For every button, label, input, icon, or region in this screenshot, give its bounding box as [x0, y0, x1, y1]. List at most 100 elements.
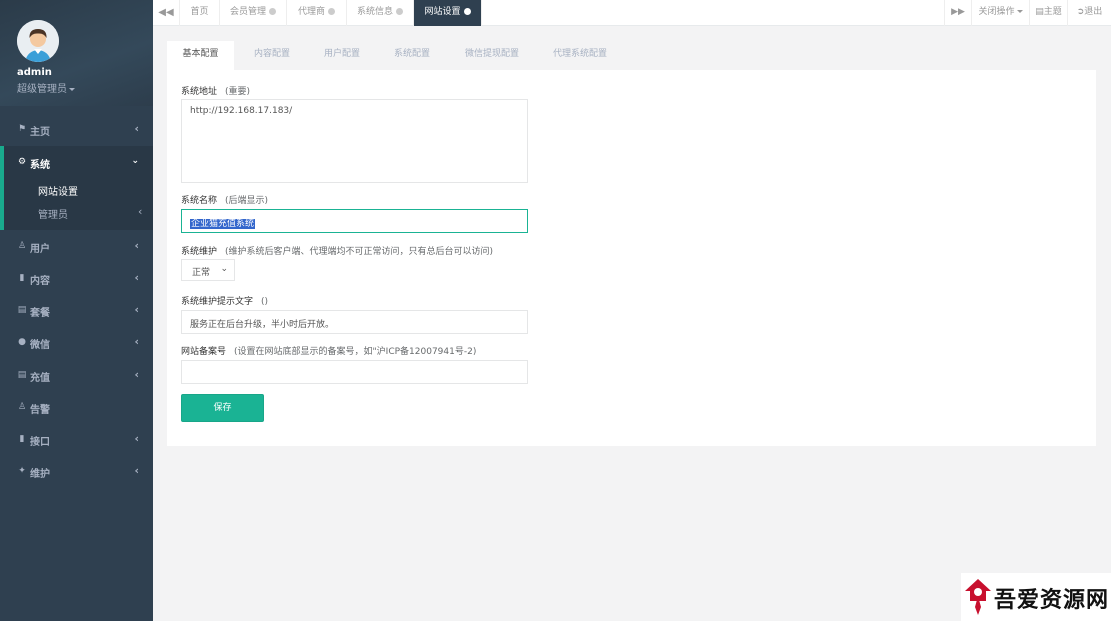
sidebar-item-label: 充值 — [30, 373, 50, 384]
theme-icon: ▤ — [1035, 7, 1044, 17]
chevron-left-icon: ‹ — [134, 464, 139, 477]
field-label: 系统地址 — [181, 87, 218, 97]
users-icon: ♙ — [17, 402, 27, 412]
sidebar-item-label: 微信 — [30, 340, 50, 351]
avatar[interactable] — [17, 20, 59, 62]
maintenance-text-input[interactable]: 服务正在后台升级，半小时后开放。 — [181, 310, 528, 334]
sidebar: admin 超级管理员 ⚑ 主页 ‹ ⚙ 系统 ⌄ 网站设置 管理员 ‹ ♙ 用户… — [0, 0, 153, 621]
sidebar-subitem-admins[interactable]: 管理员 ‹ — [38, 205, 142, 221]
sidebar-item-label: 系统 — [30, 160, 50, 171]
chevron-down-icon: ⌄ — [220, 264, 228, 274]
maintenance-text-label: 系统维护提示文字 () — [181, 294, 268, 307]
tab-label: 代理商 — [297, 7, 325, 17]
tab-agents[interactable]: 代理商 — [287, 0, 347, 26]
system-name-input[interactable]: 企业猫充值系统 — [181, 209, 528, 233]
cogs-icon: ⚙ — [17, 157, 27, 167]
chevron-left-icon: ‹ — [134, 122, 139, 135]
sidebar-subitem-label: 管理员 — [38, 210, 68, 221]
file-icon: ▮ — [19, 434, 25, 444]
chevron-left-icon: ‹ — [134, 239, 139, 252]
icp-input[interactable] — [181, 360, 528, 384]
icp-label: 网站备案号 (设置在网站底部显示的备案号，如"沪ICP备12007941号-2) — [181, 344, 476, 357]
tab-wechat-withdraw-config[interactable]: 微信提现配置 — [453, 41, 531, 70]
system-address-textarea[interactable]: http://192.168.17.183/ — [181, 99, 528, 183]
close-circle-icon[interactable] — [396, 8, 403, 15]
sidebar-item-content[interactable]: ▮ 内容 ‹ — [0, 264, 153, 294]
tab-system-config[interactable]: 系统配置 — [379, 41, 445, 70]
sidebar-item-label: 用户 — [30, 244, 50, 255]
maintenance-value: 正常 — [192, 268, 211, 278]
tab-label: 网站设置 — [424, 7, 461, 17]
chevron-left-icon: ‹ — [134, 368, 139, 381]
logout-button[interactable]: ➲退出 — [1067, 0, 1111, 26]
sidebar-subitem-site-settings[interactable]: 网站设置 — [38, 183, 78, 198]
chevron-down-icon: ⌄ — [131, 156, 139, 166]
sidebar-item-wechat[interactable]: ● 微信 ‹ — [0, 328, 153, 358]
chevron-left-icon: ‹ — [134, 303, 139, 316]
sidebar-item-alerts[interactable]: ♙ 告警 — [0, 393, 153, 423]
tab-label: 会员管理 — [229, 7, 266, 17]
field-label: 系统名称 — [181, 196, 218, 206]
file-text-icon: ▤ — [17, 305, 27, 315]
settings-tabs: 基本配置 内容配置 用户配置 系统配置 微信提现配置 代理系统配置 — [167, 41, 1096, 70]
watermark-text: 吾爱资源网 — [994, 587, 1110, 613]
sidebar-item-label: 主页 — [30, 127, 50, 138]
field-hint: () — [261, 297, 269, 307]
field-hint: (设置在网站底部显示的备案号，如"沪ICP备12007941号-2) — [234, 347, 477, 357]
logout-label: 退出 — [1084, 7, 1103, 17]
tab-basic-config[interactable]: 基本配置 — [167, 41, 234, 70]
sidebar-item-label: 接口 — [30, 437, 50, 448]
tab-home[interactable]: 首页 — [180, 0, 220, 26]
field-hint: (维护系统后客户端、代理端均不可正常访问，只有总后台可以访问) — [225, 247, 494, 257]
close-circle-icon[interactable] — [328, 8, 335, 15]
profile-role-dropdown[interactable]: 超级管理员 — [17, 80, 75, 95]
system-address-label: 系统地址 (重要) — [181, 84, 250, 97]
sidebar-item-api[interactable]: ▮ 接口 ‹ — [0, 425, 153, 455]
sidebar-item-packages[interactable]: ▤ 套餐 ‹ — [0, 296, 153, 326]
field-label: 系统维护提示文字 — [181, 297, 254, 307]
sidebar-item-label: 维护 — [30, 469, 50, 480]
field-label: 系统维护 — [181, 247, 218, 257]
sidebar-item-home[interactable]: ⚑ 主页 ‹ — [0, 115, 153, 145]
tab-members[interactable]: 会员管理 — [220, 0, 287, 26]
field-label: 网站备案号 — [181, 347, 227, 357]
users-icon: ♙ — [17, 241, 27, 251]
tab-label: 系统信息 — [356, 7, 393, 17]
save-button[interactable]: 保存 — [181, 394, 264, 422]
tab-user-config[interactable]: 用户配置 — [309, 41, 375, 70]
maintenance-label: 系统维护 (维护系统后客户端、代理端均不可正常访问，只有总后台可以访问) — [181, 244, 493, 257]
home-icon: ⚑ — [17, 124, 27, 134]
chevron-left-icon: ‹ — [134, 335, 139, 348]
sidebar-item-maintenance[interactable]: ✦ 维护 ‹ — [0, 457, 153, 487]
chevron-left-icon: ‹ — [134, 432, 139, 445]
sidebar-item-recharge[interactable]: ▤ 充值 ‹ — [0, 361, 153, 391]
tab-content-config[interactable]: 内容配置 — [239, 41, 305, 70]
tab-system-info[interactable]: 系统信息 — [347, 0, 414, 26]
tab-site-settings[interactable]: 网站设置 — [414, 0, 482, 26]
settings-panel: 基本配置 内容配置 用户配置 系统配置 微信提现配置 代理系统配置 系统地址 (重… — [167, 41, 1096, 446]
magic-icon: ✦ — [18, 466, 26, 476]
tab-agent-system-config[interactable]: 代理系统配置 — [541, 41, 619, 70]
forward-icon: ▶▶ — [951, 7, 965, 17]
sidebar-item-system[interactable]: ⚙ 系统 ⌄ — [0, 148, 153, 178]
scroll-right-button[interactable]: ▶▶ — [944, 0, 971, 26]
maintenance-select[interactable]: 正常 ⌄ — [181, 259, 235, 281]
field-hint: (重要) — [225, 87, 251, 97]
sidebar-item-label: 内容 — [30, 276, 50, 287]
watermark-logo-icon — [965, 579, 991, 615]
sidebar-item-users[interactable]: ♙ 用户 ‹ — [0, 232, 153, 262]
close-ops-label: 关闭操作 — [978, 7, 1015, 17]
theme-button[interactable]: ▤主题 — [1029, 0, 1067, 26]
profile-panel: admin 超级管理员 — [0, 0, 153, 106]
profile-role-label: 超级管理员 — [17, 84, 67, 95]
profile-name: admin — [17, 67, 52, 78]
theme-label: 主题 — [1043, 7, 1062, 17]
close-ops-dropdown[interactable]: 关闭操作 — [971, 0, 1029, 26]
file-icon: ▮ — [19, 273, 25, 283]
close-circle-icon[interactable] — [463, 8, 471, 15]
scroll-left-button[interactable]: ◀◀ — [153, 0, 180, 26]
close-circle-icon[interactable] — [269, 8, 276, 15]
sidebar-item-label: 告警 — [30, 405, 50, 416]
chevron-left-icon: ‹ — [138, 205, 143, 218]
chevron-left-icon: ‹ — [134, 271, 139, 284]
